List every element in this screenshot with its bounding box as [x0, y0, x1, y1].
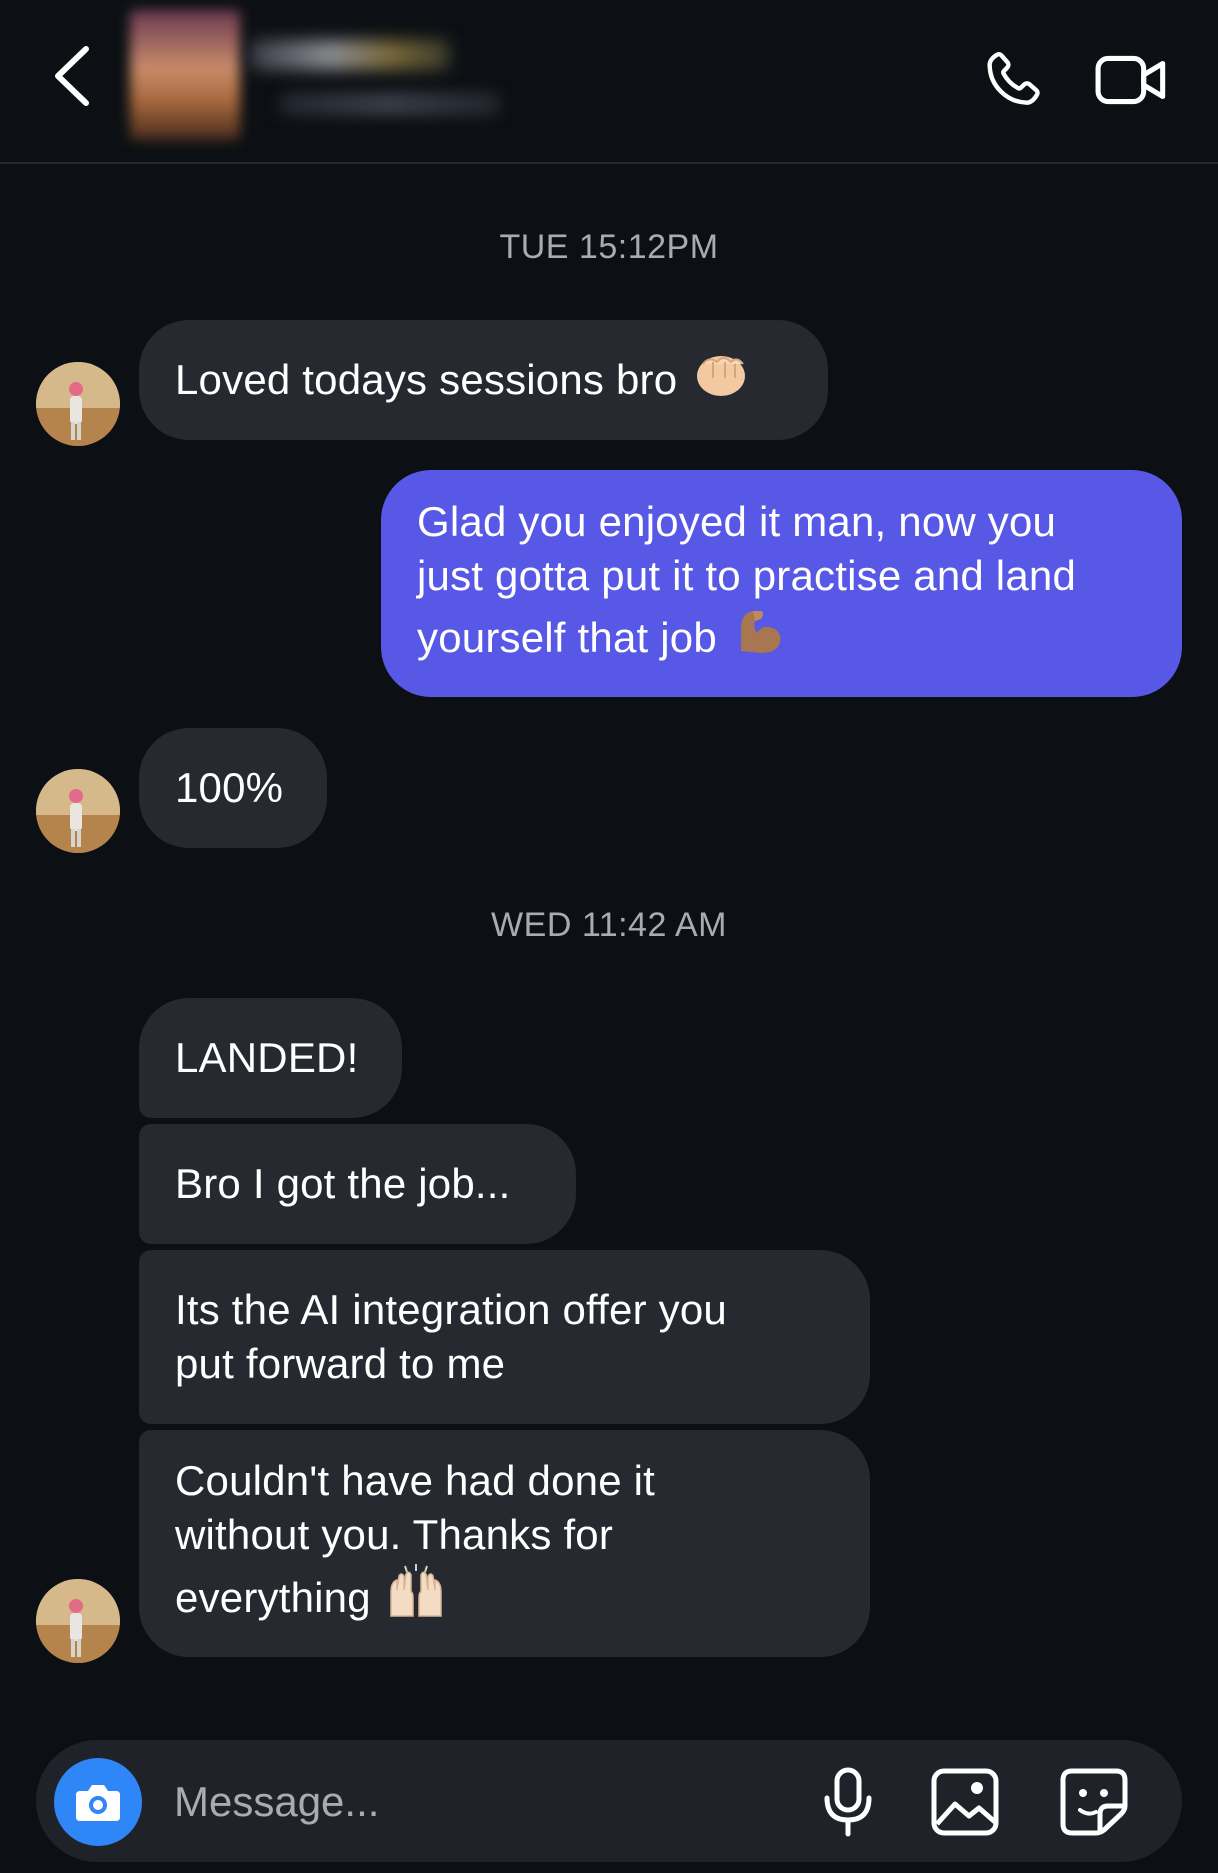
contact-avatar[interactable] [36, 769, 120, 853]
audio-call-button[interactable] [972, 40, 1052, 120]
incoming-message-bubble[interactable]: 100% [139, 728, 327, 848]
phone-icon [987, 52, 1040, 105]
voice-message-button[interactable] [808, 1762, 888, 1842]
sticker-icon [1060, 1768, 1128, 1836]
outgoing-message-bubble[interactable]: Glad you enjoyed it man, now you just go… [381, 470, 1182, 697]
timestamp-divider: WED 11:42 AM [491, 906, 727, 944]
message-line: everything [175, 1573, 371, 1621]
video-camera-icon [1095, 55, 1166, 105]
message-line: yourself that job [417, 613, 717, 661]
message-line: put forward to me [175, 1340, 506, 1387]
message-line: just gotta put it to practise and land [417, 552, 1077, 599]
chat-header [0, 0, 1218, 164]
message-text: LANDED! [175, 1034, 359, 1081]
camera-icon [76, 1785, 120, 1821]
contact-status-blurred [280, 92, 500, 116]
message-line: Couldn't have had done it [175, 1457, 656, 1504]
video-call-button[interactable] [1086, 40, 1176, 120]
timestamp-divider: TUE 15:12PM [499, 228, 719, 266]
camera-button[interactable] [54, 1758, 142, 1846]
sticker-button[interactable] [1054, 1762, 1134, 1842]
message-line: Glad you enjoyed it man, now you [417, 498, 1057, 545]
message-line: without you. Thanks for [175, 1511, 614, 1558]
contact-avatar[interactable] [36, 362, 120, 446]
message-composer [36, 1740, 1182, 1862]
back-button[interactable] [44, 40, 100, 112]
message-line: Its the AI integration offer you [175, 1286, 727, 1333]
incoming-message-bubble[interactable]: LANDED! [139, 998, 402, 1118]
message-text: Loved todays sessions bro [175, 356, 678, 403]
flexed-biceps-emoji [731, 603, 787, 672]
incoming-message-bubble[interactable]: Bro I got the job... [139, 1124, 576, 1244]
incoming-message-bubble[interactable]: Loved todays sessions bro [139, 320, 828, 440]
microphone-icon [824, 1767, 872, 1837]
contact-avatar[interactable] [36, 1579, 120, 1663]
message-text: Bro I got the job... [175, 1160, 511, 1207]
incoming-message-bubble[interactable]: Couldn't have had done it without you. T… [139, 1430, 870, 1657]
contact-avatar-blurred[interactable] [130, 10, 240, 140]
message-input[interactable] [172, 1766, 736, 1838]
image-icon [931, 1768, 999, 1836]
contact-name-blurred[interactable] [250, 40, 450, 70]
message-text: 100% [175, 764, 284, 811]
chevron-left-icon [55, 46, 89, 106]
raising-hands-emoji [385, 1562, 447, 1633]
gallery-button[interactable] [925, 1762, 1005, 1842]
fist-bump-emoji [691, 348, 747, 413]
incoming-message-bubble[interactable]: Its the AI integration offer you put for… [139, 1250, 870, 1424]
